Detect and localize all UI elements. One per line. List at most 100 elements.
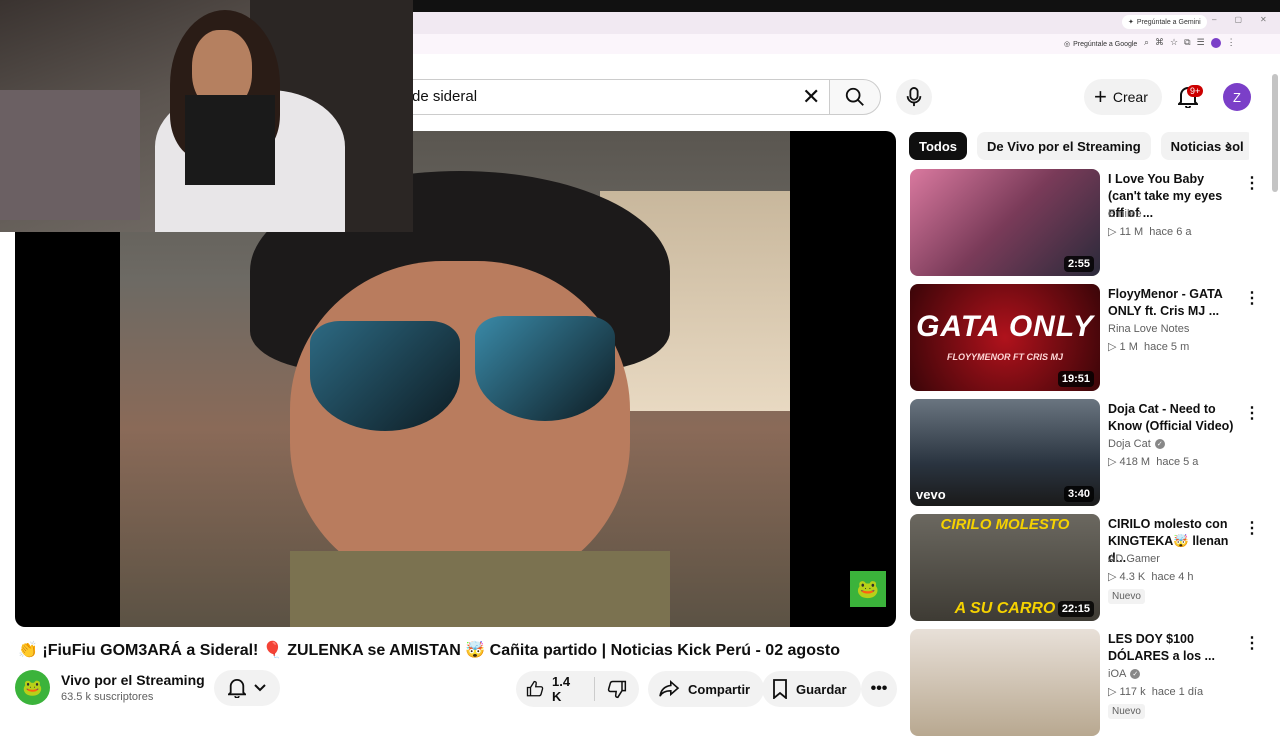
channel-name[interactable]: Emilee — [1108, 208, 1142, 220]
list-item[interactable]: vevo 3:40 Doja Cat - Need to Know (Offic… — [909, 399, 1260, 514]
thumbnail-text: GATA ONLY — [916, 310, 1094, 343]
video-thumbnail[interactable]: GATA ONLY FLOYYMENOR FT CRIS MJ 19:51 — [910, 284, 1100, 391]
channel-name[interactable]: iOA ✓ — [1108, 668, 1141, 680]
search-icon — [845, 87, 864, 106]
video-title[interactable]: LES DOY $100 DÓLARES a los ... — [1108, 631, 1238, 665]
microphone-icon — [906, 87, 922, 107]
voice-search-button[interactable] — [896, 79, 932, 115]
subscriber-count: 63.5 k suscriptores — [61, 691, 154, 703]
channel-avatar[interactable]: 🐸 — [15, 670, 50, 705]
more-vertical-icon[interactable]: ⋮ — [1244, 633, 1260, 653]
sunglasses-left-lens — [310, 321, 460, 431]
zoom-icon[interactable]: ⌕ — [1144, 37, 1149, 48]
notifications-badge: 9+ — [1187, 85, 1204, 97]
ask-gemini-button[interactable]: ✦ Pregúntale a Gemini — [1122, 15, 1207, 29]
more-vertical-icon[interactable]: ⋮ — [1244, 403, 1260, 423]
thumbs-down-icon — [607, 680, 627, 699]
subscription-bell-button[interactable] — [214, 670, 280, 706]
video-title: 👏 ¡FiuFiu GOM3ARÁ a Sideral! 🎈 ZULENKA s… — [18, 642, 840, 659]
bell-icon — [228, 679, 246, 698]
close-window-button[interactable]: ✕ — [1260, 15, 1267, 24]
bookmark-icon — [773, 679, 787, 699]
tab-search-icon[interactable]: ☰ — [1197, 37, 1205, 48]
video-meta: ▷ 1 M hace 5 m — [1108, 341, 1190, 353]
video-thumbnail[interactable]: 2:55 — [910, 169, 1100, 276]
create-label: Crear — [1112, 89, 1148, 105]
video-meta: ▷ 418 M hace 5 a — [1108, 456, 1199, 468]
video-thumbnail[interactable]: CIRILO MOLESTO A SU CARRO 22:15 — [910, 514, 1100, 621]
save-button[interactable]: Guardar — [762, 671, 861, 707]
chevron-down-icon — [254, 684, 266, 692]
sunglasses-right-lens — [475, 316, 615, 421]
like-count: 1.4 K — [552, 674, 571, 704]
verified-icon: ✓ — [1130, 669, 1141, 679]
share-label: Compartir — [688, 681, 751, 697]
video-title[interactable]: Doja Cat - Need to Know (Official Video) — [1108, 401, 1238, 435]
search-button[interactable] — [829, 79, 881, 115]
person-shirt — [290, 551, 670, 627]
more-vertical-icon[interactable]: ⋮ — [1244, 518, 1260, 538]
list-item[interactable]: LES DOY $100 DÓLARES a los ... iOA ✓ ▷ 11… — [909, 629, 1260, 744]
more-horizontal-icon: ••• — [870, 680, 888, 697]
list-item[interactable]: 2:55 I Love You Baby (can't take my eyes… — [909, 169, 1260, 284]
page-scrollbar[interactable] — [1272, 74, 1278, 192]
translate-icon[interactable]: ⌘ — [1155, 37, 1164, 48]
channel-name[interactable]: AD Gamer — [1108, 553, 1160, 565]
video-thumbnail[interactable]: vevo 3:40 — [910, 399, 1100, 506]
sparkle-icon: ✦ — [1128, 19, 1134, 26]
video-meta: ▷ 11 M hace 6 a — [1108, 226, 1192, 238]
streamer-webcam-overlay — [0, 0, 413, 232]
video-duration: 2:55 — [1063, 256, 1094, 272]
more-vertical-icon[interactable]: ⋮ — [1244, 173, 1260, 193]
like-dislike-group: 1.4 K — [516, 671, 639, 707]
like-button[interactable]: 1.4 K — [516, 674, 595, 704]
list-item[interactable]: GATA ONLY FLOYYMENOR FT CRIS MJ 19:51 Fl… — [909, 284, 1260, 399]
extensions-icon[interactable]: ⧉ — [1184, 37, 1190, 48]
new-badge: Nuevo — [1108, 704, 1145, 719]
browser-menu-icon[interactable]: ⋮ — [1227, 37, 1236, 48]
share-icon — [659, 680, 680, 697]
plus-icon: + — [1094, 84, 1107, 109]
chip-channel[interactable]: De Vivo por el Streaming — [977, 132, 1151, 160]
create-button[interactable]: + Crear — [1084, 79, 1162, 115]
save-label: Guardar — [796, 681, 847, 697]
video-meta: ▷ 117 k hace 1 día — [1108, 686, 1204, 698]
ask-gemini-label: Pregúntale a Gemini — [1136, 18, 1201, 26]
recommendations-list: 2:55 I Love You Baby (can't take my eyes… — [909, 169, 1260, 744]
person-face — [290, 261, 630, 591]
bookmark-star-icon[interactable]: ☆ — [1170, 37, 1178, 48]
new-badge: Nuevo — [1108, 589, 1145, 604]
maximize-button[interactable]: ▢ — [1234, 15, 1242, 24]
search-query-text: de sideral — [412, 88, 478, 105]
channel-name[interactable]: Doja Cat ✓ — [1108, 438, 1165, 450]
dislike-button[interactable] — [595, 679, 639, 699]
video-duration: 19:51 — [1057, 371, 1094, 387]
more-actions-button[interactable]: ••• — [861, 671, 897, 707]
clear-search-icon[interactable]: ✕ — [802, 84, 820, 110]
channel-watermark-icon[interactable]: 🐸 — [850, 571, 886, 607]
share-button[interactable]: Compartir — [648, 671, 765, 707]
vevo-logo: vevo — [916, 487, 946, 502]
verified-icon: ✓ — [1154, 439, 1165, 449]
profile-avatar-icon[interactable] — [1210, 37, 1221, 48]
channel-name[interactable]: Rina Love Notes — [1108, 323, 1189, 335]
webcam-person-vest — [185, 95, 275, 185]
chip-todos[interactable]: Todos — [909, 132, 968, 160]
chip-noticias[interactable]: Noticias sol — [1160, 132, 1249, 160]
browser-toolbar-icons: ⌕ ⌘ ☆ ⧉ ☰ ⋮ — [1144, 37, 1236, 48]
list-item[interactable]: CIRILO MOLESTO A SU CARRO 22:15 CIRILO m… — [909, 514, 1260, 629]
channel-name[interactable]: Vivo por el Streaming — [61, 672, 205, 688]
video-duration: 3:40 — [1063, 486, 1094, 502]
more-vertical-icon[interactable]: ⋮ — [1244, 288, 1260, 308]
filter-chips: Todos De Vivo por el Streaming Noticias … — [909, 132, 1249, 160]
ask-google-button[interactable]: ◎ Pregúntale a Google — [1060, 37, 1141, 51]
thumbnail-subtext: FLOYYMENOR FT CRIS MJ — [946, 352, 1063, 362]
google-lens-icon: ◎ — [1064, 41, 1071, 48]
video-duration: 22:15 — [1057, 601, 1094, 617]
chevron-right-icon[interactable]: › — [1226, 135, 1232, 156]
thumbs-up-icon — [526, 680, 544, 697]
webcam-bed — [0, 90, 140, 220]
account-avatar[interactable]: Z — [1223, 83, 1251, 111]
minimize-button[interactable]: – — [1212, 15, 1216, 24]
video-title[interactable]: FloyyMenor - GATA ONLY ft. Cris MJ ... — [1108, 286, 1238, 320]
